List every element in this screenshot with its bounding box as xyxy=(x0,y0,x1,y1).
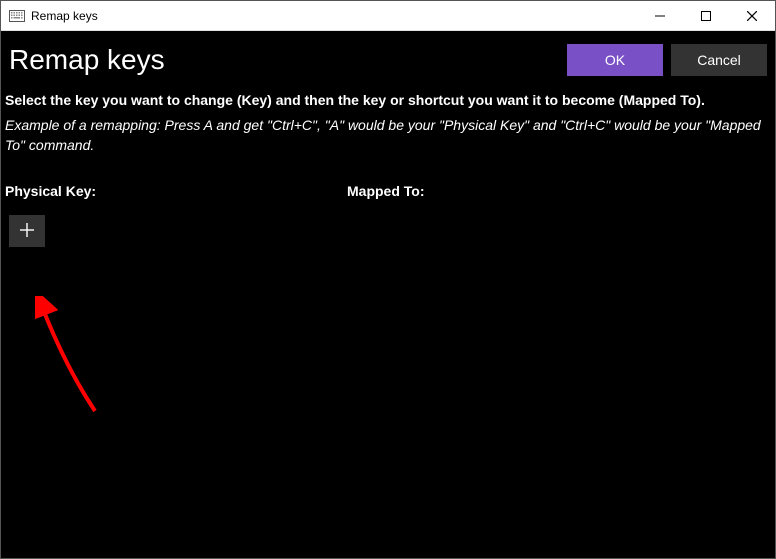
mapped-to-header: Mapped To: xyxy=(347,183,689,199)
physical-key-column: Physical Key: xyxy=(5,183,347,247)
cancel-button[interactable]: Cancel xyxy=(671,44,767,76)
columns: Physical Key: Mapped To: xyxy=(1,155,775,247)
titlebar: Remap keys xyxy=(1,1,775,31)
action-buttons: OK Cancel xyxy=(567,44,767,76)
maximize-button[interactable] xyxy=(683,1,729,30)
page-title: Remap keys xyxy=(9,44,165,76)
close-button[interactable] xyxy=(729,1,775,30)
window-controls xyxy=(637,1,775,30)
instructions: Select the key you want to change (Key) … xyxy=(1,76,775,155)
annotation-arrow xyxy=(35,296,115,416)
keyboard-icon xyxy=(9,10,25,22)
mapped-to-column: Mapped To: xyxy=(347,183,689,247)
window-frame: Remap keys Remap keys OK Cancel xyxy=(0,0,776,559)
add-remap-button[interactable] xyxy=(9,215,45,247)
titlebar-title: Remap keys xyxy=(31,9,637,23)
plus-icon xyxy=(19,222,35,241)
ok-button[interactable]: OK xyxy=(567,44,663,76)
instruction-main: Select the key you want to change (Key) … xyxy=(5,92,767,108)
header-row: Remap keys OK Cancel xyxy=(1,31,775,76)
minimize-button[interactable] xyxy=(637,1,683,30)
content-area: Remap keys OK Cancel Select the key you … xyxy=(1,31,775,558)
physical-key-header: Physical Key: xyxy=(5,183,347,199)
instruction-example: Example of a remapping: Press A and get … xyxy=(5,116,767,155)
